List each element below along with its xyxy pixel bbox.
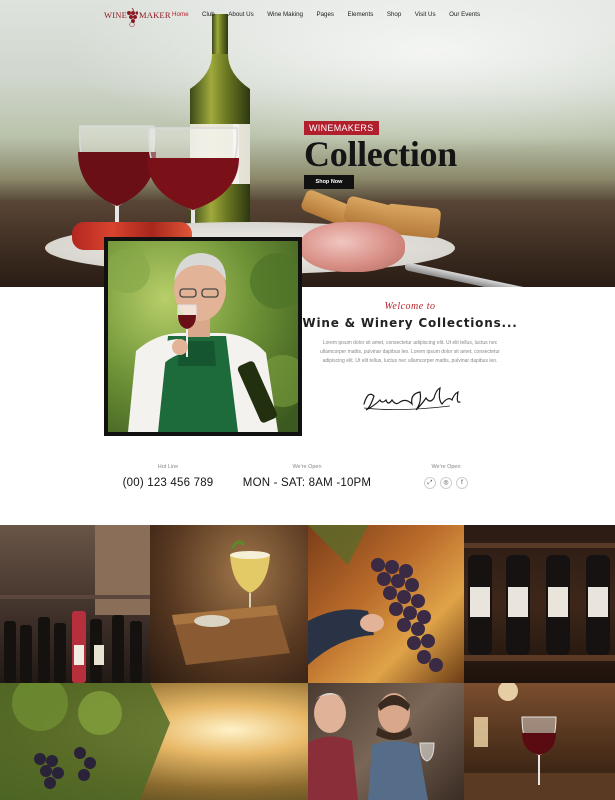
nav-item-wine-making[interactable]: Wine Making [267,11,303,18]
gallery-tile-vineyard[interactable] [0,683,308,800]
gallery-tile-cellar-bar[interactable] [464,683,615,800]
site-logo[interactable]: WINE MAKER [104,7,171,29]
wine-glass-right-image [147,127,239,236]
wine-bottles-shelf-image [0,525,150,683]
nav-item-visit-us[interactable]: Visit Us [415,11,436,18]
main-navigation: WINE MAKER Home Club About Us Wine Makin… [0,0,615,32]
welcome-title: Wine & Winery Collections... [302,316,518,330]
hotline-block: Hot Line (00) 123 456 789 [118,464,218,489]
opening-hours-label: We're Open [292,464,322,470]
nav-item-about-us[interactable]: About Us [228,11,253,18]
cocktail-crate-image [172,540,290,665]
social-label: We're Open [431,464,461,470]
gallery-tile-cocktail[interactable] [150,525,308,683]
instagram-icon[interactable]: ◎ [440,477,452,489]
nav-menu: Home Club About Us Wine Making Pages Ele… [172,11,494,18]
grape-logo-icon [127,7,138,27]
photo-gallery [0,525,615,800]
shop-now-button[interactable]: Shop Now [304,175,354,189]
nav-item-shop[interactable]: Shop [387,11,401,18]
hero-title: Collection [304,134,457,174]
opening-hours-value: MON - SAT: 8AM -10PM [242,477,372,489]
gallery-tile-wine-shelf[interactable] [0,525,150,683]
wine-glass-bar-image [464,683,615,800]
vineyard-sunset-image [0,683,170,800]
opening-hours-block: We're Open MON - SAT: 8AM -10PM [240,464,374,489]
ham-image [300,222,405,272]
gallery-tile-bottles[interactable] [464,525,615,683]
facebook-icon[interactable]: f [456,477,468,489]
signature-image [363,386,461,411]
people-tasting-wine-image [308,693,435,800]
social-links: ⤢ ◎ f [406,477,486,489]
nav-item-our-events[interactable]: Our Events [449,11,480,18]
grape-harvest-image [308,525,443,672]
nav-item-club[interactable]: Club [202,11,215,18]
nav-item-home[interactable]: Home [172,11,189,18]
welcome-body-text: Lorem ipsum dolor sit amet, consectetur … [320,340,500,365]
nav-item-elements[interactable]: Elements [348,11,374,18]
logo-word-wine: WINE [104,10,127,20]
hotline-number[interactable]: (00) 123 456 789 [118,477,218,489]
winemaker-tasting-image [108,241,298,432]
logo-word-maker: MAKER [139,10,171,20]
gallery-tile-grapes[interactable] [308,525,464,683]
welcome-script-heading: Welcome to [384,301,436,312]
social-block: We're Open ⤢ ◎ f [406,464,486,489]
hotline-label: Hot Line [157,464,179,470]
share-icon[interactable]: ⤢ [424,477,436,489]
hero-banner: WINE MAKER Home Club About Us Wine Makin… [0,0,615,287]
wine-bottles-rack-image [464,543,615,661]
nav-item-pages[interactable]: Pages [316,11,334,18]
gallery-tile-tasting[interactable] [308,683,464,800]
winemaker-photo [104,237,302,436]
